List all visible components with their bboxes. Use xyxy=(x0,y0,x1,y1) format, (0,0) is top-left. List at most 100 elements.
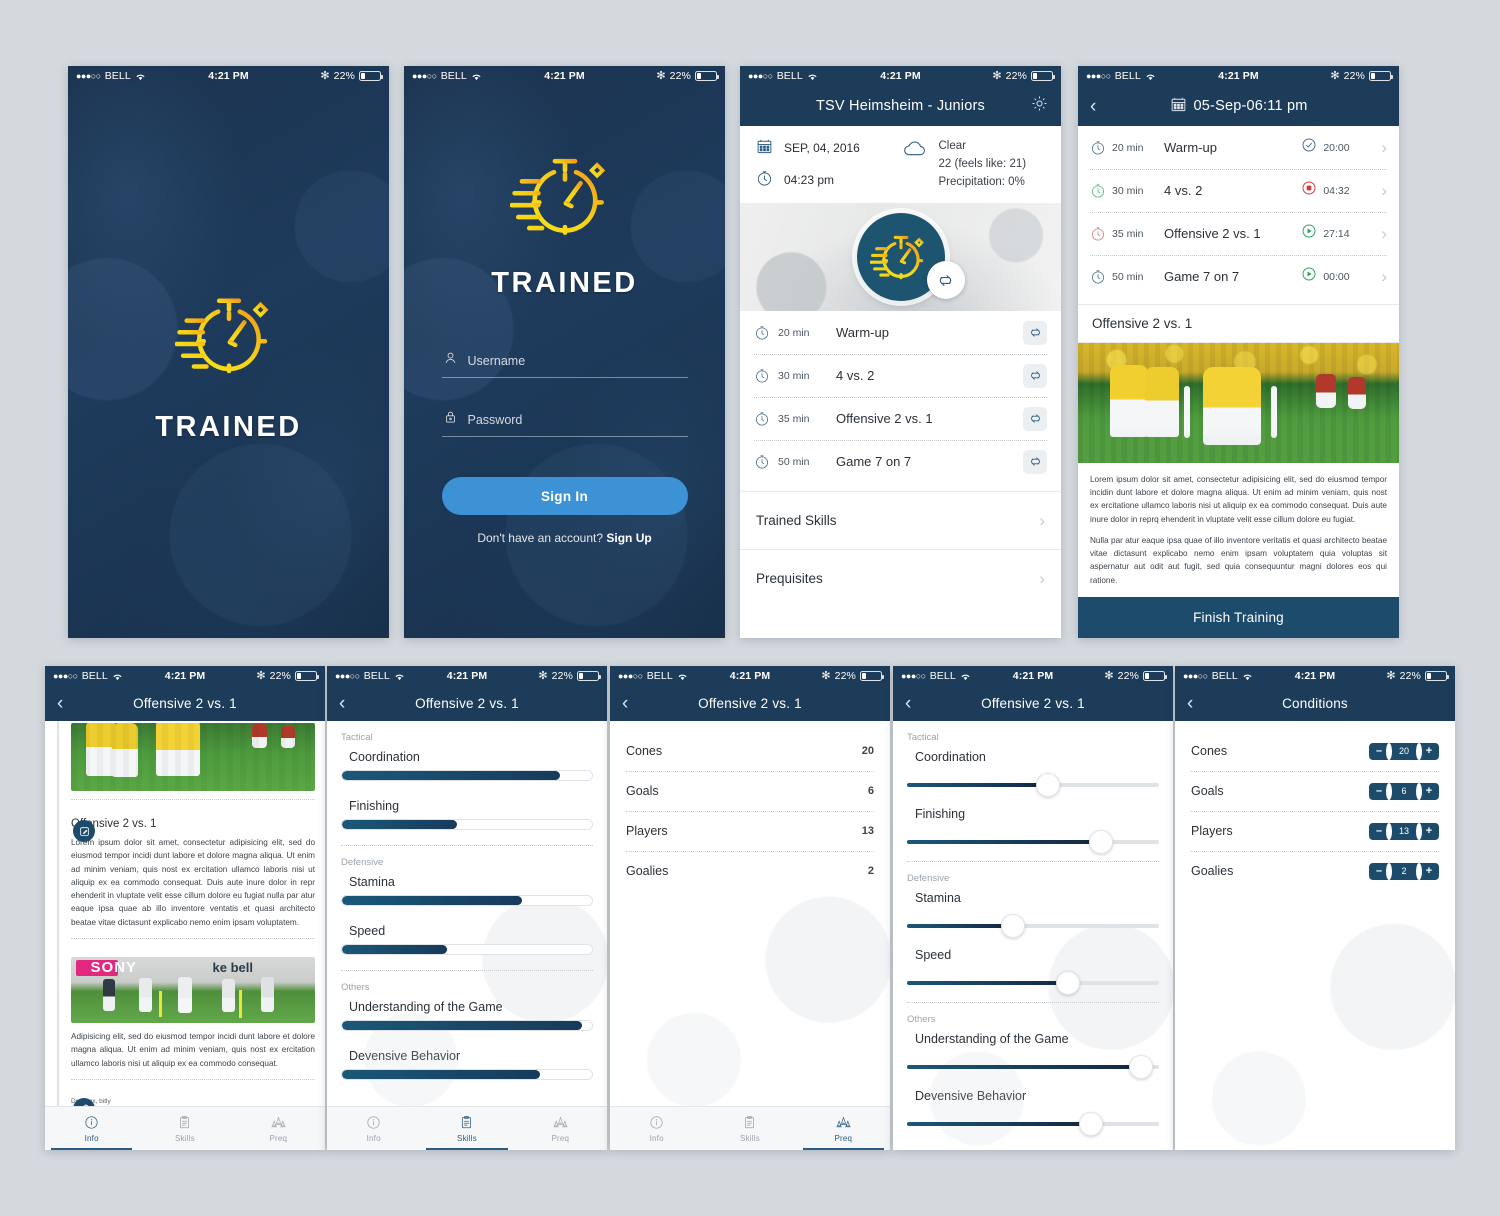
timer-row[interactable]: 30 min 4 vs. 2 04:32 › xyxy=(1078,169,1399,212)
link-source: Dropbox, bitly xyxy=(71,1097,111,1105)
condition-label: Cones xyxy=(1191,744,1228,758)
password-placeholder: Password xyxy=(467,412,523,427)
finish-training-button[interactable]: Finish Training xyxy=(1078,597,1399,638)
info-circle-icon xyxy=(649,1115,664,1132)
refresh-icon[interactable] xyxy=(1023,449,1047,474)
weather-condition: Clear xyxy=(938,140,966,152)
password-field[interactable]: Password xyxy=(441,406,688,437)
check-circle-icon[interactable] xyxy=(1301,137,1317,158)
skill-bar[interactable] xyxy=(327,819,607,841)
refresh-icon[interactable] xyxy=(926,261,965,300)
back-button[interactable]: ‹ xyxy=(57,694,77,713)
info-scroll[interactable]: Offensive 2 vs. 1 Lorem ipsum dolor sit … xyxy=(45,721,325,1106)
increment-button[interactable]: + xyxy=(1419,862,1439,880)
timer-row[interactable]: 50 min Game 7 on 7 00:00 › xyxy=(1078,255,1399,298)
preq-scroll[interactable]: Cones 20 Goals 6 Players 13 Goalies 2 xyxy=(610,721,890,1106)
timer-rows: 20 min Warm-up 20:00 › 30 min 4 vs. 2 04… xyxy=(1078,126,1399,298)
tab-info[interactable]: Info xyxy=(327,1107,420,1150)
exercise-row[interactable]: 20 min Warm-up xyxy=(740,311,1061,354)
detail-paragraph-1: Lorem ipsum dolor sit amet, consectetur … xyxy=(1090,474,1387,524)
refresh-icon[interactable] xyxy=(1023,363,1047,388)
exercise-row[interactable]: 35 min Offensive 2 vs. 1 xyxy=(740,397,1061,440)
increment-button[interactable]: + xyxy=(1419,782,1439,800)
session-navbar: TSV Heimsheim - Juniors xyxy=(740,86,1061,126)
increment-button[interactable]: + xyxy=(1419,822,1439,840)
tab-info[interactable]: Info xyxy=(610,1107,703,1150)
tab-skills[interactable]: Skills xyxy=(703,1107,796,1150)
play-circle-icon[interactable] xyxy=(1301,223,1317,244)
tab-preq[interactable]: Preq xyxy=(514,1107,607,1150)
clipboard-icon xyxy=(459,1115,474,1132)
back-button[interactable]: ‹ xyxy=(339,694,359,713)
skill-label: Coordination xyxy=(349,750,420,764)
divider xyxy=(71,937,315,939)
skill-bar[interactable] xyxy=(327,1069,607,1091)
weather-text: Clear 22 (feels like: 21) Precipitation:… xyxy=(939,138,1027,191)
timer-name: Warm-up xyxy=(1164,140,1217,155)
timer-state[interactable]: 27:14 xyxy=(1301,223,1375,244)
skill-bar[interactable] xyxy=(327,770,607,792)
quantity-stepper[interactable]: – 6 + xyxy=(1369,782,1439,800)
timer-row[interactable]: 35 min Offensive 2 vs. 1 27:14 › xyxy=(1078,212,1399,255)
tab-preq[interactable]: Preq xyxy=(232,1107,325,1150)
slider-devensive-behavior[interactable] xyxy=(893,1109,1173,1139)
stepper-value: 2 xyxy=(1386,862,1422,880)
conditions-scroll[interactable]: Cones – 20 + Goals – 6 + Players – 13 + … xyxy=(1175,721,1455,1150)
chevron-right-icon: › xyxy=(1381,223,1387,243)
slider-finishing[interactable] xyxy=(893,827,1173,857)
timer-row[interactable]: 20 min Warm-up 20:00 › xyxy=(1078,126,1399,169)
stop-circle-icon[interactable] xyxy=(1301,180,1317,201)
gear-icon[interactable] xyxy=(1030,94,1049,118)
timer-state[interactable]: 20:00 xyxy=(1301,137,1375,158)
back-button[interactable]: ‹ xyxy=(1187,694,1207,713)
back-button[interactable]: ‹ xyxy=(622,694,642,713)
tab-preq[interactable]: Preq xyxy=(797,1107,890,1150)
link-prerequisites[interactable]: Prequisites › xyxy=(740,549,1061,608)
link-trained-skills[interactable]: Trained Skills › xyxy=(740,491,1061,550)
quantity-stepper[interactable]: – 20 + xyxy=(1369,742,1439,760)
clock-icon xyxy=(1090,183,1106,199)
brand-title: TRAINED xyxy=(491,267,638,299)
play-circle-icon[interactable] xyxy=(1301,266,1317,287)
increment-button[interactable]: + xyxy=(1419,742,1439,760)
refresh-icon[interactable] xyxy=(1023,406,1047,431)
exercise-row[interactable]: 30 min 4 vs. 2 xyxy=(740,354,1061,397)
quantity-stepper[interactable]: – 13 + xyxy=(1369,822,1439,840)
divider xyxy=(71,1078,315,1080)
status-bar: ●●●○○ BELL 4:21 PM ✻ 22% xyxy=(740,66,1061,86)
refresh-icon[interactable] xyxy=(1023,320,1047,345)
prereq-value: 6 xyxy=(867,785,874,797)
timer-name: Offensive 2 vs. 1 xyxy=(1164,226,1261,241)
slider-stamina[interactable] xyxy=(893,911,1173,941)
timer-value: 27:14 xyxy=(1323,227,1350,240)
sign-in-button[interactable]: Sign In xyxy=(441,477,688,515)
condition-row: Goals – 6 + xyxy=(1175,771,1455,811)
detail-paragraph-2: Nulla par atur eaque ipsa quae of illo i… xyxy=(1090,535,1387,585)
skills-scroll[interactable]: Tactical Coordination Finishing Defensiv… xyxy=(327,721,607,1106)
timer-state[interactable]: 00:00 xyxy=(1301,266,1375,287)
timer-state[interactable]: 04:32 xyxy=(1301,180,1375,201)
cloud-icon xyxy=(901,139,929,191)
skill-bar[interactable] xyxy=(327,944,607,966)
skill-bar[interactable] xyxy=(327,895,607,917)
tabbar: Info Skills Preq xyxy=(327,1106,607,1150)
username-field[interactable]: Username xyxy=(441,347,688,378)
exercise-row[interactable]: 50 min Game 7 on 7 xyxy=(740,440,1061,483)
tab-skills[interactable]: Skills xyxy=(420,1107,513,1150)
tab-skills[interactable]: Skills xyxy=(138,1107,231,1150)
tab-label: Info xyxy=(649,1133,664,1143)
status-time: 4:21 PM xyxy=(164,670,206,682)
slider-speed[interactable] xyxy=(893,968,1173,998)
sign-up-link[interactable]: Sign Up xyxy=(606,531,651,545)
skill-bar[interactable] xyxy=(327,1020,607,1042)
slider-understanding[interactable] xyxy=(893,1052,1173,1082)
sliders-scroll[interactable]: Tactical Coordination Finishing Defensiv… xyxy=(893,721,1173,1150)
back-button[interactable]: ‹ xyxy=(1090,97,1110,116)
status-time: 4:21 PM xyxy=(1012,670,1054,682)
exercise-video-thumb[interactable]: SONY ke bell xyxy=(71,956,315,1023)
tab-info[interactable]: Info xyxy=(45,1107,138,1150)
back-button[interactable]: ‹ xyxy=(905,694,925,713)
quantity-stepper[interactable]: – 2 + xyxy=(1369,862,1439,880)
prereq-value: 2 xyxy=(867,865,874,877)
slider-coordination[interactable] xyxy=(893,770,1173,800)
